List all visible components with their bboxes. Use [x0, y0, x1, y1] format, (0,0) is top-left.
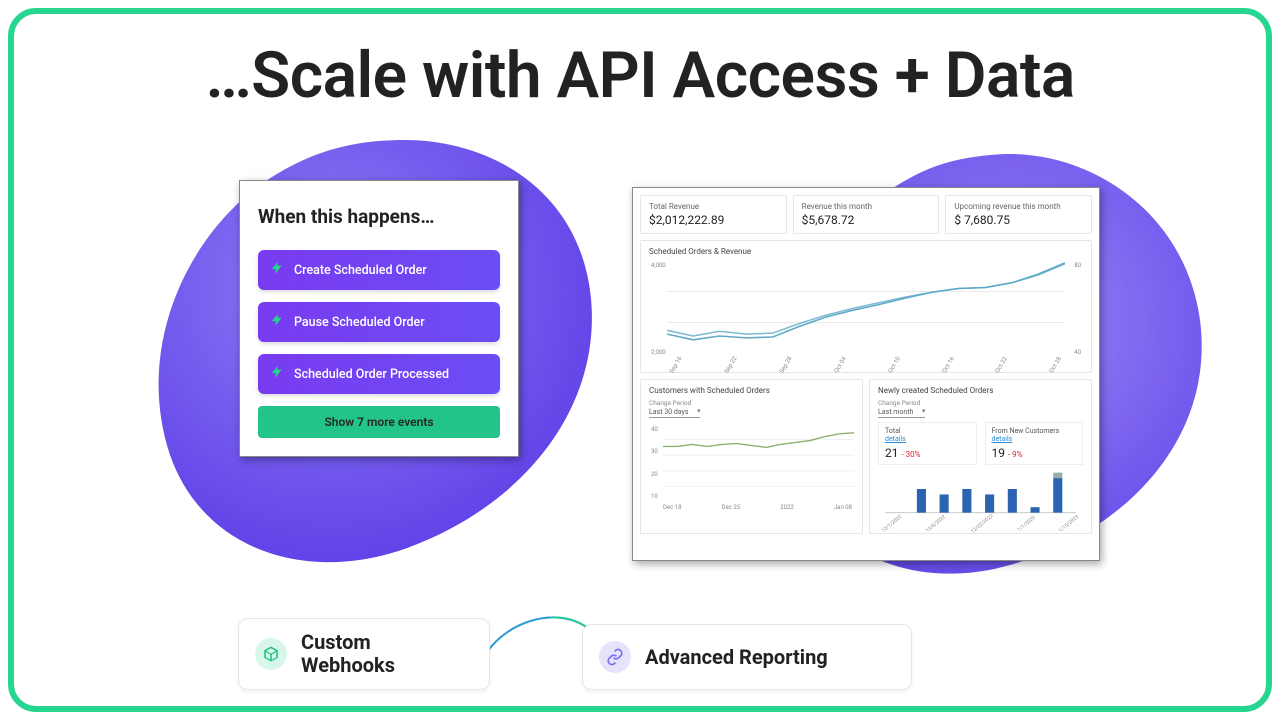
page-title: …Scale with API Access + Data	[0, 38, 1280, 113]
event-label: Create Scheduled Order	[294, 263, 427, 278]
bolt-icon	[270, 313, 284, 331]
y-axis: 40302010	[651, 426, 658, 500]
main-chart: Scheduled Orders & Revenue 4,0002,000 80…	[640, 240, 1092, 373]
line-chart-svg	[649, 260, 1083, 355]
kpi-delta: - 9%	[1008, 450, 1023, 459]
kpi-title: From New Customers	[992, 427, 1077, 435]
stat-value: $2,012,222.89	[649, 213, 778, 227]
kpi-title: Total	[885, 427, 970, 435]
webhooks-panel: When this happens… Create Scheduled Orde…	[239, 180, 519, 457]
line-chart-svg	[649, 424, 854, 502]
stat-row: Total Revenue $2,012,222.89 Revenue this…	[640, 195, 1092, 234]
webhooks-title: When this happens…	[258, 205, 500, 228]
kpi-link[interactable]: details	[885, 435, 970, 443]
bar-chart-svg	[878, 469, 1083, 519]
period-label: Change Period	[878, 399, 1083, 407]
feature-webhooks: Custom Webhooks	[238, 618, 490, 690]
stat-value: $5,678.72	[802, 213, 931, 227]
kpi-new-customers: From New Customers details 19 - 9%	[985, 422, 1084, 465]
event-label: Pause Scheduled Order	[294, 315, 425, 330]
event-label: Scheduled Order Processed	[294, 367, 449, 382]
new-orders-chart: Newly created Scheduled Orders Change Pe…	[869, 379, 1092, 534]
bolt-icon	[270, 261, 284, 279]
stat-label: Upcoming revenue this month	[954, 202, 1083, 211]
kpi-link[interactable]: details	[992, 435, 1077, 443]
chart-title: Scheduled Orders & Revenue	[649, 247, 1083, 256]
period-select[interactable]: Last month	[878, 407, 925, 418]
kpi-delta: - 30%	[901, 450, 920, 459]
feature-reporting: Advanced Reporting	[582, 624, 912, 690]
kpi-value: 19 - 9%	[992, 446, 1077, 460]
x-axis: Dec 18Dec 252022Jan 08	[649, 504, 854, 511]
feature-label: Advanced Reporting	[645, 646, 828, 669]
chart-title: Newly created Scheduled Orders	[878, 386, 1083, 395]
event-pause-order[interactable]: Pause Scheduled Order	[258, 302, 500, 342]
cube-icon	[255, 638, 287, 670]
stat-total-revenue: Total Revenue $2,012,222.89	[640, 195, 787, 234]
y-axis-right: 8040	[1074, 262, 1081, 356]
stat-label: Total Revenue	[649, 202, 778, 211]
stat-label: Revenue this month	[802, 202, 931, 211]
customers-chart: Customers with Scheduled Orders Change P…	[640, 379, 863, 534]
event-order-processed[interactable]: Scheduled Order Processed	[258, 354, 500, 394]
chart-title: Customers with Scheduled Orders	[649, 386, 854, 395]
stat-value: $ 7,680.75	[954, 213, 1083, 227]
stat-upcoming: Upcoming revenue this month $ 7,680.75	[945, 195, 1092, 234]
link-icon	[599, 641, 631, 673]
x-axis: 12/1/2022 12/8/2022 12/22/2022 1/1/2023 …	[878, 521, 1083, 527]
x-axis: Sep 16 Sep 22 Sep 28 Oct 04 Oct 10 Oct 1…	[649, 357, 1083, 364]
y-axis-left: 4,0002,000	[651, 262, 666, 356]
period-select[interactable]: Last 30 days	[649, 407, 700, 418]
kpi-total: Total details 21 - 30%	[878, 422, 977, 465]
reporting-panel: Total Revenue $2,012,222.89 Revenue this…	[632, 187, 1100, 561]
period-label: Change Period	[649, 399, 854, 407]
event-create-order[interactable]: Create Scheduled Order	[258, 250, 500, 290]
kpi-value: 21 - 30%	[885, 446, 970, 460]
bolt-icon	[270, 365, 284, 383]
stat-revenue-month: Revenue this month $5,678.72	[793, 195, 940, 234]
show-more-events[interactable]: Show 7 more events	[258, 406, 500, 438]
feature-label: Custom Webhooks	[301, 631, 449, 677]
